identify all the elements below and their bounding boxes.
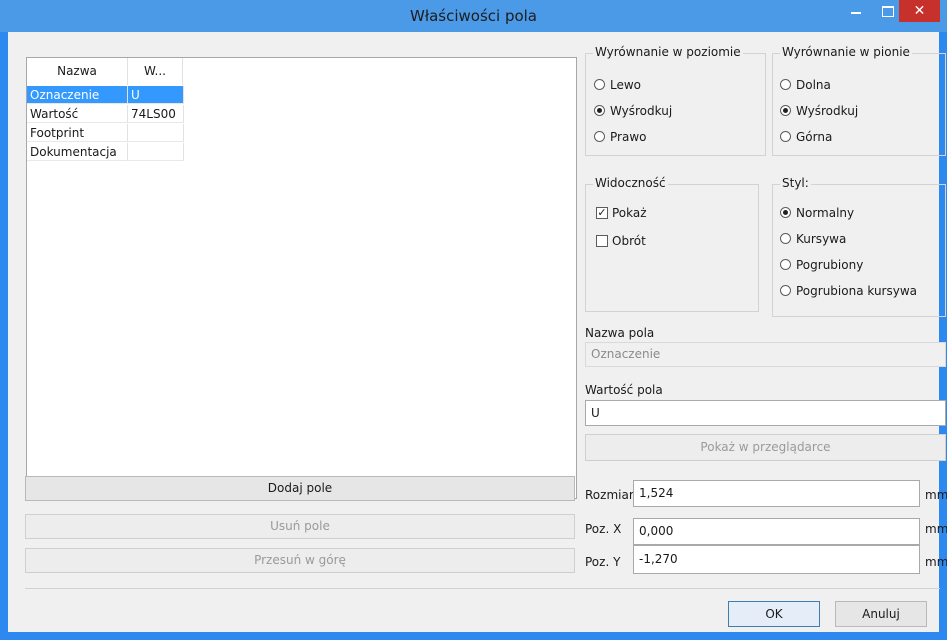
column-header-name[interactable]: Nazwa [27,58,128,85]
radio-label: Kursywa [796,232,847,246]
pos-y-label: Poz. Y [585,555,621,569]
pos-y-input[interactable]: -1,270 [633,545,920,574]
checkbox-label: Pokaż [612,206,647,220]
style-group: Styl: Normalny Kursywa Pogrubiony Pogrub… [772,176,946,317]
radio-icon[interactable] [780,233,791,244]
ok-button[interactable]: OK [728,601,820,627]
field-name-label: Nazwa pola [585,326,655,340]
dialog-body: Nazwa W... Oznaczenie U Wartość 74LS00 F… [8,32,947,632]
table-cell-name[interactable]: Dokumentacja [27,143,128,161]
checkbox-label: Obrót [612,234,646,248]
size-unit: mm [925,488,947,502]
radio-label: Wyśrodkuj [610,104,673,118]
horizontal-justify-label: Wyrównanie w poziomie [593,45,743,59]
radio-label: Normalny [796,206,855,220]
table-cell-value[interactable]: 74LS00 [128,105,184,123]
radio-label: Górna [796,130,833,144]
horizontal-justify-group: Wyrównanie w poziomie Lewo Wyśrodkuj Pra… [585,45,766,156]
remove-field-button[interactable]: Usuń pole [25,514,575,539]
window-title: Właściwości pola [409,7,538,25]
separator [25,588,940,589]
field-name-input[interactable]: Oznaczenie [585,342,946,367]
field-value-label: Wartość pola [585,383,663,397]
radio-label: Wyśrodkuj [796,104,859,118]
radio-label: Prawo [610,130,647,144]
radio-icon[interactable] [594,79,605,90]
size-label: Rozmiar [585,488,634,502]
dialog-window: Właściwości pola ✕ Nazwa W... Oznaczenie… [0,0,947,640]
vertical-justify-label: Wyrównanie w pionie [780,45,912,59]
checkbox-icon[interactable] [596,235,608,247]
pos-y-unit: mm [925,555,947,569]
pos-x-input[interactable]: 0,000 [633,518,920,545]
field-value-input[interactable]: U [585,400,946,426]
fields-table[interactable]: Nazwa W... Oznaczenie U Wartość 74LS00 F… [26,57,577,499]
close-button[interactable]: ✕ [899,0,940,22]
style-label: Styl: [780,176,811,190]
table-cell-name[interactable]: Footprint [27,124,128,142]
radio-icon[interactable] [780,79,791,90]
radio-icon[interactable] [780,259,791,270]
visibility-group: Widoczność ✓ Pokaż Obrót [585,176,759,312]
cancel-button[interactable]: Anuluj [835,601,927,627]
table-row[interactable]: Footprint [27,124,576,143]
radio-selected-icon[interactable] [780,207,791,218]
table-row[interactable]: Dokumentacja [27,143,576,162]
radio-selected-icon[interactable] [780,105,791,116]
close-icon: ✕ [913,3,926,19]
radio-icon[interactable] [780,131,791,142]
table-row[interactable]: Oznaczenie U [27,86,576,105]
radio-label: Lewo [610,78,642,92]
table-cell-value[interactable] [128,124,184,142]
table-cell-value[interactable]: U [128,86,184,104]
checkbox-checked-icon[interactable]: ✓ [596,207,608,219]
pos-x-label: Poz. X [585,522,622,536]
pos-x-unit: mm [925,522,947,536]
radio-selected-icon[interactable] [594,105,605,116]
show-in-browser-button[interactable]: Pokaż w przeglądarce [585,434,946,461]
radio-label: Pogrubiony [796,258,864,272]
add-field-button[interactable]: Dodaj pole [25,476,575,501]
minimize-icon [851,12,861,14]
table-row[interactable]: Wartość 74LS00 [27,105,576,124]
radio-label: Pogrubiona kursywa [796,284,918,298]
table-cell-name[interactable]: Wartość [27,105,128,123]
maximize-button[interactable] [874,0,902,22]
visibility-label: Widoczność [593,176,668,190]
size-input[interactable]: 1,524 [633,480,920,507]
minimize-button[interactable] [842,0,870,22]
table-cell-name[interactable]: Oznaczenie [27,86,128,104]
vertical-justify-group: Wyrównanie w pionie Dolna Wyśrodkuj Górn… [772,45,946,156]
table-cell-value[interactable] [128,143,184,161]
move-up-button[interactable]: Przesuń w górę [25,548,575,573]
title-bar: Właściwości pola ✕ [0,0,947,32]
radio-icon[interactable] [780,285,791,296]
radio-icon[interactable] [594,131,605,142]
column-header-value[interactable]: W... [128,58,183,85]
radio-label: Dolna [796,78,831,92]
maximize-icon [882,6,894,17]
